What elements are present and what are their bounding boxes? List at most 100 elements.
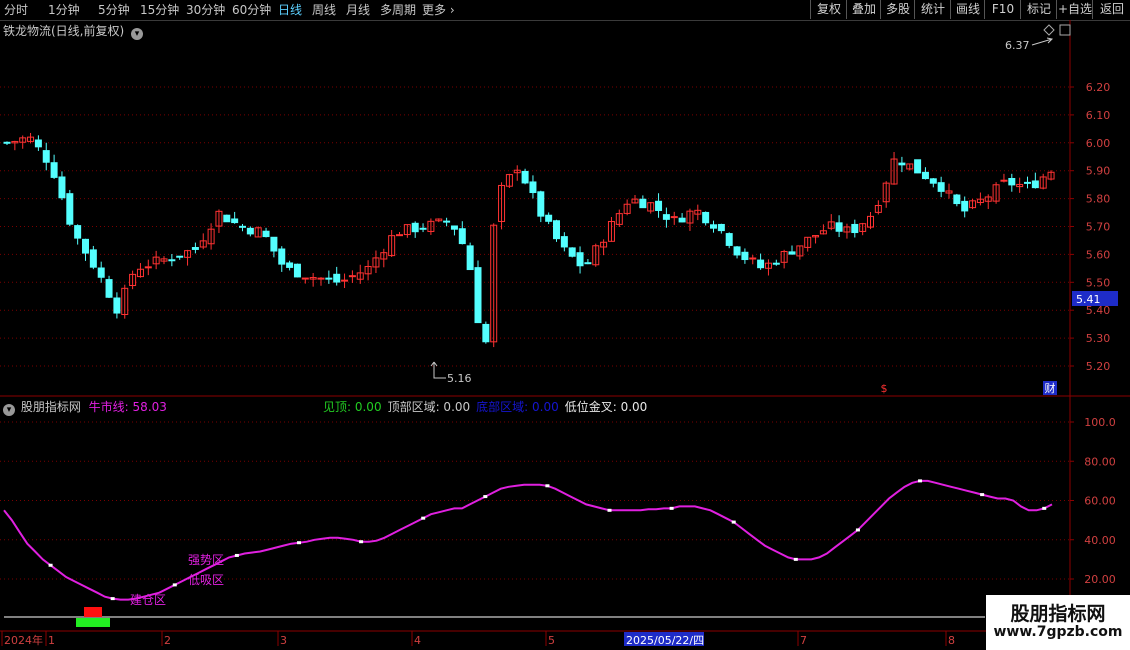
stock-title: 铁龙物流(日线,前复权) [3, 24, 125, 38]
candle-body [317, 277, 325, 280]
indicator-item-0: 见顶: 0.00 [323, 400, 382, 414]
current-price-tag: 5.41 [1076, 293, 1101, 306]
candle-body [239, 225, 246, 228]
price-tick-label: 5.20 [1086, 360, 1111, 373]
candle-body [301, 277, 309, 280]
candle-body [1031, 180, 1039, 189]
candle-body [937, 182, 945, 192]
candle-body [191, 247, 199, 250]
bull-line-label: 牛市线: [88, 400, 129, 414]
candle-body [341, 279, 349, 282]
candle-body [246, 227, 254, 235]
bull-line-marker [669, 506, 674, 510]
candle-body [545, 214, 553, 222]
bull-line-marker [918, 479, 923, 483]
indicator-item-2: 底部区域: 0.00 [476, 400, 559, 414]
chevron-down-icon[interactable]: ▾ [131, 28, 144, 40]
bull-line-marker [980, 493, 985, 497]
time-axis-label: 2024年 [4, 633, 43, 647]
stock-chart[interactable]: 6.20 6.10 6.00 5.90 5.80 5.70 5.60 5.50 5.40 5.30… [0, 0, 1130, 650]
time-axis-label: 4 [414, 634, 421, 647]
bull-line-marker [1042, 506, 1047, 510]
candle-body [474, 267, 482, 324]
candle-body [482, 323, 490, 343]
candle-body [74, 225, 82, 239]
candle-body [898, 162, 906, 166]
watermark-line1: 股朋指标网 [1010, 603, 1106, 625]
candle-body [113, 297, 121, 314]
low-arrow-icon [430, 361, 446, 379]
candle-body [443, 220, 451, 223]
bull-line-marker [793, 557, 798, 561]
candle-body [450, 225, 458, 230]
candle-body [89, 249, 97, 268]
candles-group [3, 132, 1055, 348]
indicator-item-1: 顶部区域: 0.00 [387, 400, 471, 414]
candle-body [670, 216, 678, 219]
candle-body [961, 200, 969, 212]
candle-body [655, 200, 663, 211]
price-tick-label: 5.30 [1086, 332, 1111, 345]
cursor-date-label: 2025/05/22/四 [626, 634, 704, 647]
candle-body [325, 277, 333, 280]
candle-body [231, 218, 239, 224]
dividend-marker: $ [881, 382, 888, 395]
candle-body [568, 247, 576, 257]
candle-body [458, 228, 466, 245]
candle-body [278, 248, 286, 265]
candle-body [50, 162, 58, 178]
candle-body [176, 255, 184, 258]
candle-body [333, 273, 341, 283]
candle-body [97, 267, 105, 278]
time-axis-label: 1 [48, 634, 55, 647]
diamond-icon [1043, 24, 1055, 36]
candle-body [584, 262, 592, 265]
bull-line-marker [607, 508, 612, 512]
candle-body [772, 262, 780, 265]
indicator-tick-label: 100.0 [1084, 416, 1116, 429]
indicator-panel-title: ▾ 股朋指标网 牛市线: 58.03 [3, 398, 167, 416]
candle-body [710, 224, 717, 229]
candle-body [702, 211, 710, 224]
candle-body [717, 223, 725, 232]
gold-cross-bar [76, 618, 110, 627]
bull-line-value: 58.03 [132, 400, 167, 414]
time-axis-label: 7 [800, 634, 807, 647]
candle-body [66, 193, 74, 225]
bull-line-marker [421, 516, 426, 520]
bull-line-marker [855, 528, 860, 532]
candle-body [678, 217, 686, 223]
indicator-name: 股朋指标网 [20, 400, 81, 414]
candle-body [560, 236, 568, 248]
candle-body [3, 141, 11, 144]
time-axis-label: 5 [548, 634, 555, 647]
candle-body [58, 176, 66, 199]
price-panel-title: 铁龙物流(日线,前复权) ▾ [3, 22, 144, 40]
candle-body [82, 238, 89, 254]
bull-line-marker [172, 583, 177, 587]
price-tick-label: 5.90 [1086, 165, 1111, 178]
indicator-tick-label: 20.00 [1084, 573, 1116, 586]
time-axis-label: 3 [280, 634, 287, 647]
bull-line-marker [110, 597, 115, 601]
candle-body [348, 275, 356, 278]
panel-toggle-icon [1059, 24, 1071, 36]
candle-body [537, 191, 545, 217]
price-tick-label: 5.80 [1086, 193, 1111, 206]
candle-body [168, 259, 176, 262]
price-tick-label: 5.70 [1086, 221, 1111, 234]
price-tick-label: 6.10 [1086, 109, 1111, 122]
candle-body [749, 257, 757, 260]
candle-body [914, 159, 922, 174]
zone-label-build: 建仓区 [130, 593, 166, 607]
gear-icon[interactable]: ▾ [3, 404, 15, 416]
bull-line-marker [48, 563, 53, 567]
candle-body [741, 251, 749, 261]
candle-body [576, 252, 584, 267]
candle-body [286, 262, 294, 268]
candle-body [293, 263, 301, 278]
candle-body [396, 234, 403, 237]
price-tick-label: 6.00 [1086, 137, 1111, 150]
candle-body [757, 259, 765, 269]
candle-body [105, 279, 113, 298]
